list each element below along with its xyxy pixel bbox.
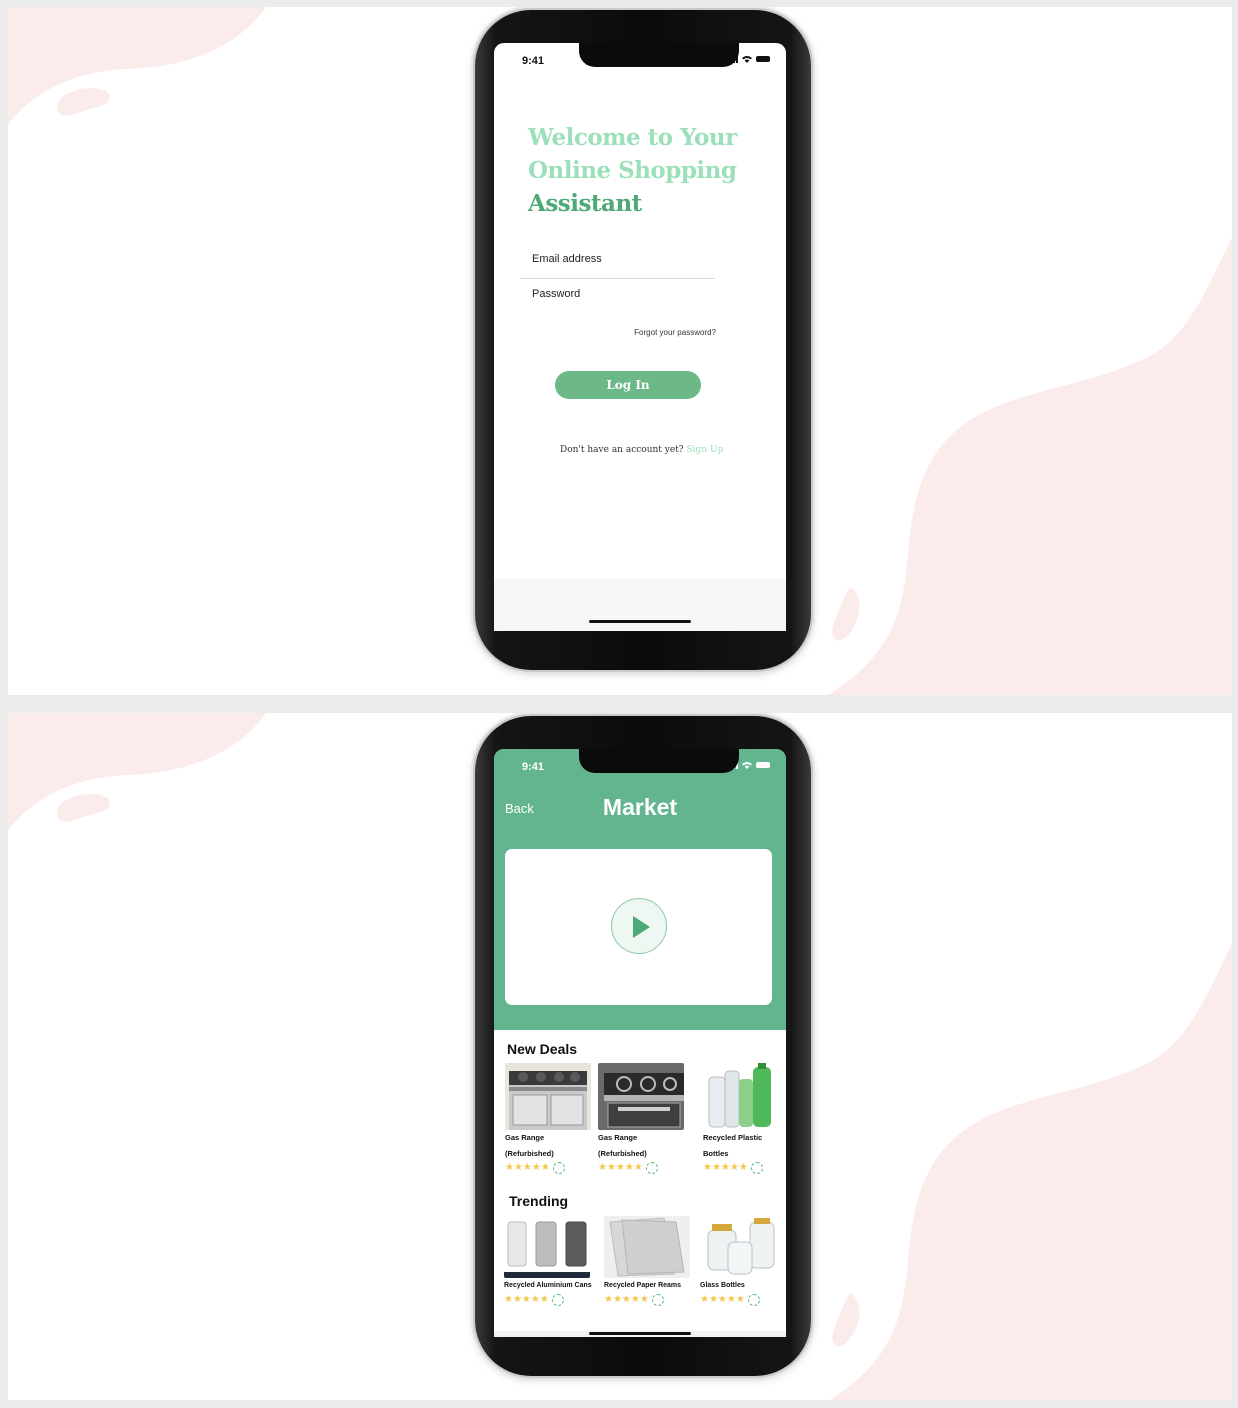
welcome-heading-strong: Assistant (528, 190, 642, 217)
market-panel: 9:41 Back Market New Deals Gas Range (Re… (8, 713, 1232, 1400)
video-player[interactable] (505, 849, 772, 1005)
password-field[interactable]: Password (532, 288, 580, 300)
battery-icon (756, 56, 770, 62)
home-indicator[interactable] (589, 620, 691, 623)
email-field-underline (520, 278, 715, 279)
recycle-icon (651, 1294, 664, 1306)
product-label: Recycled Plastic Bottles (703, 1133, 763, 1158)
aluminium-cans-image (504, 1216, 590, 1278)
glass-bottles-image (700, 1216, 778, 1278)
product-label: Recycled Paper Reams (604, 1282, 682, 1289)
rating-stars: ★★★★★ (505, 1162, 595, 1174)
product-card[interactable]: Glass Bottles ★★★★★ (700, 1216, 786, 1306)
product-card[interactable]: Gas Range (Refurbished) ★★★★★ (598, 1063, 688, 1174)
product-label: Gas Range (Refurbished) (505, 1133, 554, 1158)
phone-frame: 9:41 Welcome to Your Online Shopping Ass… (475, 10, 811, 670)
phone-frame: 9:41 Back Market New Deals Gas Range (Re… (475, 716, 811, 1376)
recycle-icon (645, 1162, 658, 1174)
rating-stars: ★★★★★ (604, 1294, 694, 1306)
product-label: Glass Bottles (700, 1282, 745, 1289)
product-label: Recycled Aluminium Cans (504, 1282, 592, 1289)
product-card[interactable]: Recycled Plastic Bottles ★★★★★ (703, 1063, 786, 1174)
rating-stars: ★★★★★ (504, 1294, 594, 1306)
gas-range-image (505, 1063, 591, 1130)
welcome-heading-light: Welcome to Your Online Shopping (528, 124, 737, 184)
rating-stars: ★★★★★ (598, 1162, 688, 1174)
rating-stars: ★★★★★ (700, 1294, 786, 1306)
forgot-password-link[interactable]: Forgot your password? (634, 328, 716, 337)
phone-notch (579, 749, 739, 773)
trending-title: Trending (509, 1193, 569, 1209)
login-screen: 9:41 Welcome to Your Online Shopping Ass… (494, 43, 786, 631)
login-button[interactable]: Log In (555, 371, 701, 399)
product-card[interactable]: Recycled Aluminium Cans ★★★★★ (504, 1216, 594, 1306)
recycle-icon (552, 1162, 565, 1174)
recycle-icon (750, 1162, 763, 1174)
paper-reams-image (604, 1216, 690, 1278)
welcome-heading: Welcome to Your Online Shopping Assistan… (528, 121, 778, 220)
gas-range-image (598, 1063, 684, 1130)
bottom-bar (494, 579, 786, 631)
signup-prompt: Don't have an account yet? Sign Up (560, 445, 723, 455)
email-field[interactable]: Email address (532, 253, 602, 265)
product-label: Gas Range (Refurbished) (598, 1133, 647, 1158)
recycle-icon (747, 1294, 760, 1306)
battery-icon (756, 762, 770, 768)
status-time: 9:41 (522, 761, 545, 773)
rating-stars: ★★★★★ (703, 1162, 786, 1174)
no-account-text: Don't have an account yet? (560, 445, 684, 455)
plastic-bottles-image (703, 1063, 777, 1130)
wifi-icon (742, 56, 752, 63)
product-card[interactable]: Recycled Paper Reams ★★★★★ (604, 1216, 694, 1306)
recycle-icon (551, 1294, 564, 1306)
wifi-icon (742, 762, 752, 769)
market-screen: 9:41 Back Market New Deals Gas Range (Re… (494, 749, 786, 1337)
product-card[interactable]: Gas Range (Refurbished) ★★★★★ (505, 1063, 595, 1174)
page-title: Market (602, 794, 678, 820)
play-icon[interactable] (611, 898, 667, 954)
new-deals-title: New Deals (507, 1041, 578, 1057)
phone-notch (579, 43, 739, 67)
login-panel: 9:41 Welcome to Your Online Shopping Ass… (8, 7, 1232, 695)
status-time: 9:41 (522, 55, 545, 67)
home-indicator[interactable] (589, 1332, 691, 1335)
signup-link[interactable]: Sign Up (687, 445, 724, 455)
